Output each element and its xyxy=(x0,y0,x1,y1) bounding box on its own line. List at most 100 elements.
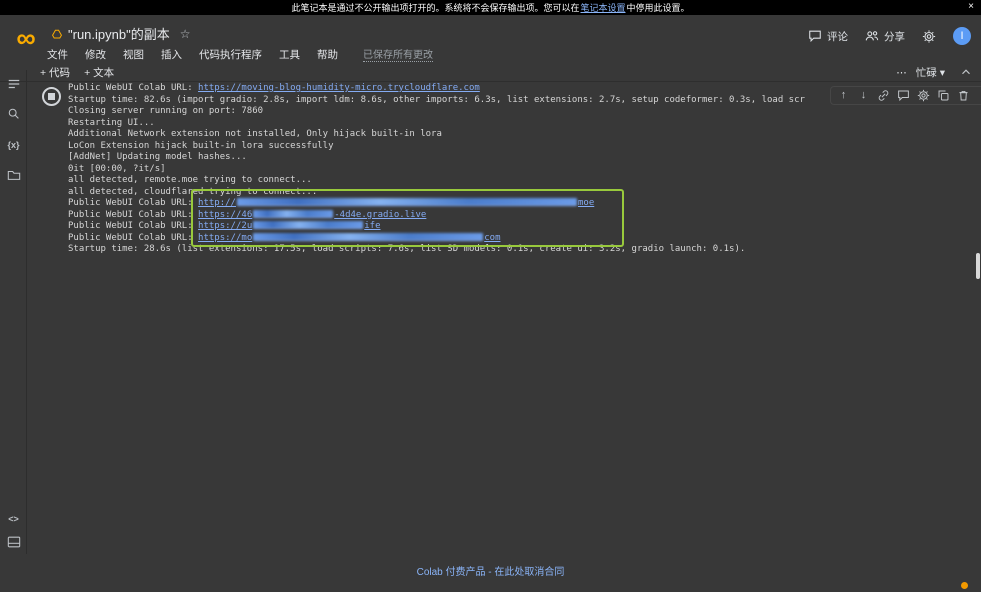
cell-comment-icon[interactable] xyxy=(897,89,910,102)
banner-text: 此笔记本是通过不公开输出项打开的。系统将不会保存输出项。您可以在笔记本设置中停用… xyxy=(291,1,689,14)
output-line: all detected, cloudflared trying to conn… xyxy=(68,187,973,199)
output-line: Restarting UI... xyxy=(68,118,973,130)
comment-button[interactable]: 评论 xyxy=(808,29,848,44)
user-avatar[interactable]: I xyxy=(953,27,971,45)
left-sidebar: {x} <> xyxy=(0,70,27,592)
footer-text: Colab 付费产品 - 在此处取消合同 xyxy=(0,563,981,578)
colab-products-link[interactable]: Colab 付费产品 xyxy=(417,567,486,578)
header: ∞ "run.ipynb"的副本 ☆ 文件 修改 视图 插入 代码执行程序 工具… xyxy=(0,15,981,62)
output-line: Public WebUI Colab URL: https://mo com xyxy=(68,232,973,245)
redacted-url-segment xyxy=(253,209,334,218)
output-link[interactable]: https://mo xyxy=(198,233,252,243)
colab-logo-icon[interactable]: ∞ xyxy=(10,17,42,59)
banner-text-after: 中停用此设置。 xyxy=(626,3,690,13)
output-text: Public WebUI Colab URL: xyxy=(68,232,199,243)
move-cell-up-icon[interactable]: ↑ xyxy=(837,89,850,102)
output-link[interactable]: http:// xyxy=(198,198,236,208)
output-text: LoCon Extension hijack built-in lora suc… xyxy=(68,140,334,151)
output-text: Public WebUI Colab URL: xyxy=(68,221,199,231)
move-cell-down-icon[interactable]: ↓ xyxy=(857,89,870,102)
menu-view[interactable]: 视图 xyxy=(123,47,144,62)
notebook-warning-banner: 此笔记本是通过不公开输出项打开的。系统将不会保存输出项。您可以在笔记本设置中停用… xyxy=(0,0,981,15)
cell-toolbar: ↑ ↓ ⋮ xyxy=(830,86,981,105)
notebook-toolbar: + 代码 + 文本 ⋯ 忙碌 ▾ xyxy=(0,62,981,82)
output-text: Startup time: 82.6s (import gradio: 2.8s… xyxy=(68,94,805,105)
code-snippets-icon[interactable]: <> xyxy=(6,511,21,526)
footer: Colab 付费产品 - 在此处取消合同 xyxy=(0,554,981,592)
collapse-header-icon[interactable] xyxy=(959,65,973,79)
add-buttons: + 代码 + 文本 xyxy=(40,65,114,80)
console-panel-icon[interactable] xyxy=(6,534,21,549)
output-line: Startup time: 28.6s (list extensions: 17… xyxy=(68,244,973,256)
output-link[interactable]: https://46 xyxy=(198,210,252,220)
output-link[interactable]: https://moving-blog-humidity-micro.trycl… xyxy=(198,83,480,93)
drive-icon xyxy=(52,29,62,39)
output-line: all detected, remote.moe trying to conne… xyxy=(68,175,973,187)
output-link[interactable]: com xyxy=(484,233,500,243)
stop-cell-button[interactable] xyxy=(42,87,61,106)
stop-icon xyxy=(48,93,55,100)
output-text: 0it [00:00, ?it/s] xyxy=(68,163,166,174)
cancel-contract-link[interactable]: 在此处取消合同 xyxy=(494,567,564,578)
output-link[interactable]: moe xyxy=(578,198,594,208)
output-line: Public WebUI Colab URL: https://46 -4d4e.… xyxy=(68,209,973,222)
menu-file[interactable]: 文件 xyxy=(47,47,68,62)
search-icon[interactable] xyxy=(6,106,21,121)
runtime-status-button[interactable]: 忙碌 ▾ xyxy=(916,65,945,80)
output-text: Startup time: 28.6s (list extensions: 17… xyxy=(68,244,746,254)
caret-down-icon: ▾ xyxy=(939,66,945,79)
notebook-title[interactable]: "run.ipynb"的副本 xyxy=(68,24,170,43)
title-row: "run.ipynb"的副本 ☆ xyxy=(52,24,190,43)
table-of-contents-icon[interactable] xyxy=(6,76,21,91)
copy-link-icon[interactable] xyxy=(877,89,890,102)
menu-bar: 文件 修改 视图 插入 代码执行程序 工具 帮助 已保存所有更改 xyxy=(47,46,433,62)
connect-options-icon[interactable]: ⋯ xyxy=(896,67,908,79)
star-icon[interactable]: ☆ xyxy=(180,27,191,41)
variables-icon[interactable]: {x} xyxy=(6,137,21,152)
output-line: Closing server running on port: 7860 xyxy=(68,106,973,118)
comment-icon xyxy=(808,29,822,43)
output-text: all detected, remote.moe trying to conne… xyxy=(68,175,312,185)
output-line: Public WebUI Colab URL: https://2u ife xyxy=(68,221,973,233)
output-line: LoCon Extension hijack built-in lora suc… xyxy=(68,141,973,153)
output-link[interactable]: https://2u xyxy=(198,221,252,231)
output-link[interactable]: ife xyxy=(364,221,380,231)
menu-insert[interactable]: 插入 xyxy=(161,47,182,62)
status-cluster: ⋯ 忙碌 ▾ xyxy=(896,65,945,80)
menu-edit[interactable]: 修改 xyxy=(85,47,106,62)
redacted-url-segment xyxy=(253,232,484,241)
output-text: [AddNet] Updating model hashes... xyxy=(68,152,247,162)
cell-output: Public WebUI Colab URL: https://moving-b… xyxy=(68,83,973,261)
delete-cell-icon[interactable] xyxy=(957,89,970,102)
output-text: Public WebUI Colab URL: xyxy=(68,83,199,93)
add-text-button[interactable]: + 文本 xyxy=(84,65,114,80)
menu-runtime[interactable]: 代码执行程序 xyxy=(199,47,262,62)
saved-status[interactable]: 已保存所有更改 xyxy=(363,46,433,62)
add-code-button[interactable]: + 代码 xyxy=(40,65,70,80)
cell-settings-gear-icon[interactable] xyxy=(917,89,930,102)
output-link[interactable]: -4d4e.gradio.live xyxy=(334,210,426,220)
menu-help[interactable]: 帮助 xyxy=(317,47,338,62)
menu-tools[interactable]: 工具 xyxy=(279,47,300,62)
output-text: Public WebUI Colab URL: xyxy=(68,198,199,208)
people-icon xyxy=(865,29,879,43)
notebook-settings-link[interactable]: 笔记本设置 xyxy=(580,3,625,13)
redacted-url-segment xyxy=(253,221,364,229)
header-actions: 评论 分享 I xyxy=(808,27,971,45)
files-folder-icon[interactable] xyxy=(6,167,21,182)
output-line: 0it [00:00, ?it/s] xyxy=(68,164,973,176)
settings-gear-icon[interactable] xyxy=(922,29,936,43)
more-actions-icon[interactable]: ⋮ xyxy=(977,89,981,102)
redacted-url-segment xyxy=(236,198,577,206)
mirror-cell-icon[interactable] xyxy=(937,89,950,102)
banner-close-icon[interactable]: × xyxy=(968,1,974,12)
output-line: [AddNet] Updating model hashes... xyxy=(68,152,973,164)
share-button[interactable]: 分享 xyxy=(865,29,905,44)
notification-dot[interactable] xyxy=(961,582,968,589)
output-text: Public WebUI Colab URL: xyxy=(68,209,199,220)
banner-text-before: 此笔记本是通过不公开输出项打开的。系统将不会保存输出项。您可以在 xyxy=(291,3,580,13)
comment-label: 评论 xyxy=(827,30,848,43)
runtime-status-label: 忙碌 xyxy=(915,67,937,79)
output-line: Additional Network extension not install… xyxy=(68,129,973,141)
scrollbar-thumb[interactable] xyxy=(976,253,980,279)
